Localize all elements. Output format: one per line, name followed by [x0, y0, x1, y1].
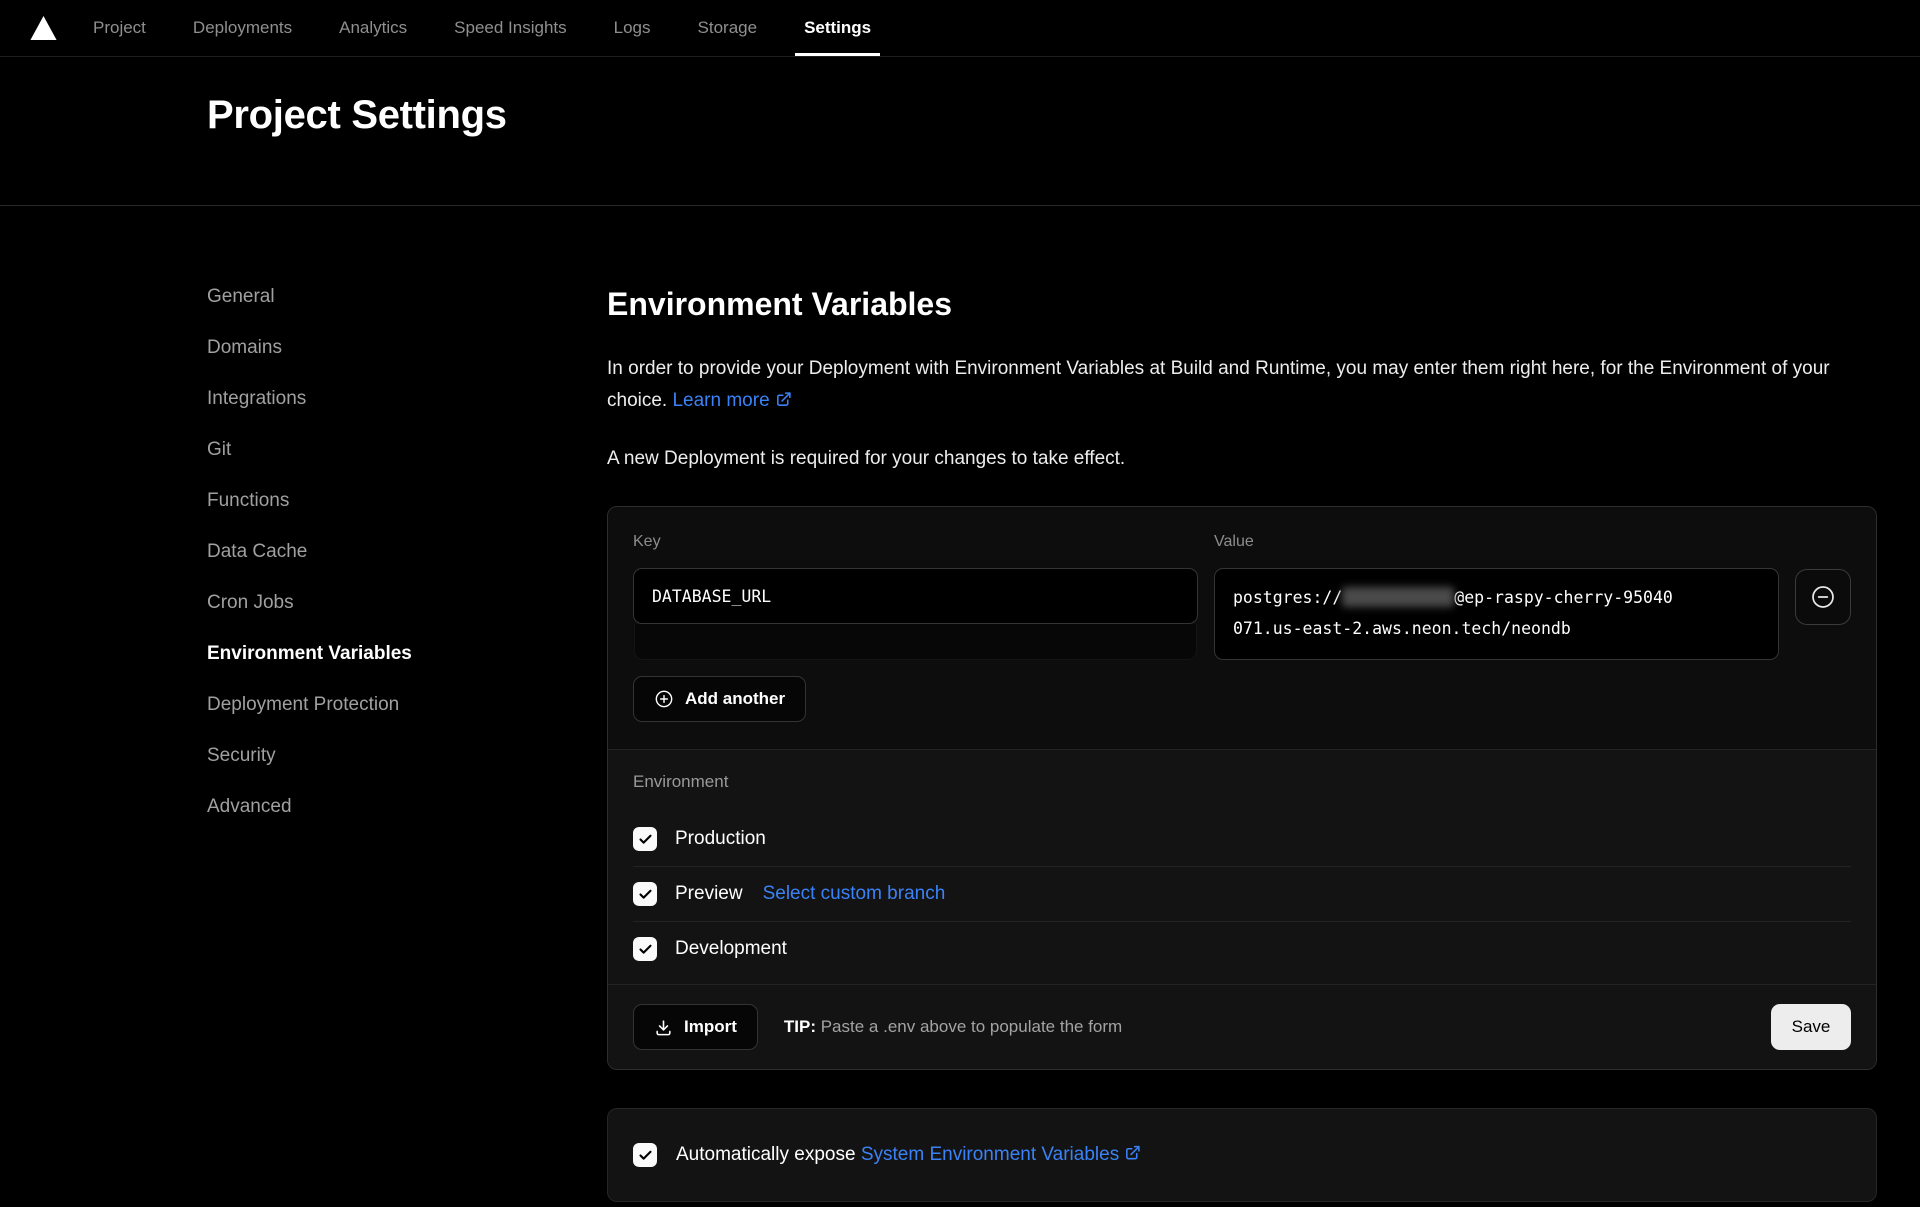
remove-row-button[interactable]	[1795, 569, 1851, 625]
page-header: Project Settings	[0, 57, 1920, 206]
environment-section: Environment Production Preview Select cu…	[608, 749, 1876, 984]
value-input[interactable]: postgres://@ep-raspy-cherry-95040 071.us…	[1214, 568, 1779, 660]
import-label: Import	[684, 1017, 737, 1037]
key-suggestion-panel	[634, 624, 1197, 660]
settings-sidebar: General Domains Integrations Git Functio…	[207, 286, 607, 1202]
external-link-icon	[1124, 1144, 1141, 1161]
nav-tabs: Project Deployments Analytics Speed Insi…	[93, 0, 871, 56]
redeploy-note: A new Deployment is required for your ch…	[607, 443, 1877, 475]
environment-label: Environment	[633, 772, 1851, 792]
production-label: Production	[675, 828, 766, 850]
section-heading: Environment Variables	[607, 286, 1877, 323]
vercel-logo-icon	[30, 0, 57, 56]
env-row-development: Development	[633, 922, 1851, 976]
production-checkbox[interactable]	[633, 827, 657, 851]
nav-tab-project[interactable]: Project	[93, 0, 146, 56]
add-another-label: Add another	[685, 689, 785, 709]
page-title: Project Settings	[207, 93, 1920, 138]
auto-expose-checkbox[interactable]	[633, 1143, 657, 1167]
main-panel: Environment Variables In order to provid…	[607, 286, 1877, 1202]
select-custom-branch-link[interactable]: Select custom branch	[763, 883, 946, 905]
key-input[interactable]	[633, 568, 1198, 624]
value-line-2: 071.us-east-2.aws.neon.tech/neondb	[1233, 613, 1760, 644]
nav-tab-settings[interactable]: Settings	[804, 0, 871, 56]
circle-plus-icon	[654, 689, 674, 709]
env-var-form: Key Value postgres://@ep-raspy-cherry-95…	[608, 507, 1876, 749]
checkmark-icon	[638, 942, 653, 957]
section-description: In order to provide your Deployment with…	[607, 353, 1877, 417]
value-line-1: postgres://@ep-raspy-cherry-95040	[1233, 582, 1760, 613]
preview-checkbox[interactable]	[633, 882, 657, 906]
env-var-card: Key Value postgres://@ep-raspy-cherry-95…	[607, 506, 1877, 1070]
circle-minus-icon	[1810, 584, 1836, 610]
sidebar-item-functions[interactable]: Functions	[207, 490, 607, 512]
development-label: Development	[675, 938, 787, 960]
key-label: Key	[633, 533, 1198, 551]
sidebar-item-data-cache[interactable]: Data Cache	[207, 541, 607, 563]
checkmark-icon	[638, 1148, 653, 1163]
auto-expose-text: Automatically expose System Environment …	[676, 1144, 1141, 1166]
sidebar-item-deployment-protection[interactable]: Deployment Protection	[207, 694, 607, 716]
add-another-button[interactable]: Add another	[633, 676, 806, 722]
save-button[interactable]: Save	[1771, 1004, 1851, 1050]
system-env-card: Automatically expose System Environment …	[607, 1108, 1877, 1202]
sidebar-item-integrations[interactable]: Integrations	[207, 388, 607, 410]
development-checkbox[interactable]	[633, 937, 657, 961]
sidebar-item-security[interactable]: Security	[207, 745, 607, 767]
external-link-icon	[775, 391, 792, 408]
checkmark-icon	[638, 832, 653, 847]
checkmark-icon	[638, 887, 653, 902]
tip-text: TIP: Paste a .env above to populate the …	[784, 1017, 1122, 1037]
nav-tab-speed-insights[interactable]: Speed Insights	[454, 0, 566, 56]
learn-more-link[interactable]: Learn more	[672, 390, 769, 411]
sidebar-item-advanced[interactable]: Advanced	[207, 796, 607, 818]
env-row-production: Production	[633, 812, 1851, 867]
nav-tab-logs[interactable]: Logs	[614, 0, 651, 56]
sidebar-item-domains[interactable]: Domains	[207, 337, 607, 359]
value-label: Value	[1214, 533, 1779, 551]
nav-tab-deployments[interactable]: Deployments	[193, 0, 292, 56]
download-icon	[654, 1018, 673, 1037]
sidebar-item-git[interactable]: Git	[207, 439, 607, 461]
nav-tab-storage[interactable]: Storage	[698, 0, 758, 56]
content: General Domains Integrations Git Functio…	[0, 206, 1920, 1202]
top-nav: Project Deployments Analytics Speed Insi…	[0, 0, 1920, 57]
sidebar-item-cron-jobs[interactable]: Cron Jobs	[207, 592, 607, 614]
nav-tab-analytics[interactable]: Analytics	[339, 0, 407, 56]
redacted-secret	[1342, 587, 1454, 607]
sidebar-item-environment-variables[interactable]: Environment Variables	[207, 643, 607, 665]
card-footer: Import TIP: Paste a .env above to popula…	[608, 984, 1876, 1069]
sidebar-item-general[interactable]: General	[207, 286, 607, 308]
env-row-preview: Preview Select custom branch	[633, 867, 1851, 922]
system-env-variables-link[interactable]: System Environment Variables	[861, 1144, 1119, 1165]
import-button[interactable]: Import	[633, 1004, 758, 1050]
preview-label: Preview	[675, 883, 743, 905]
